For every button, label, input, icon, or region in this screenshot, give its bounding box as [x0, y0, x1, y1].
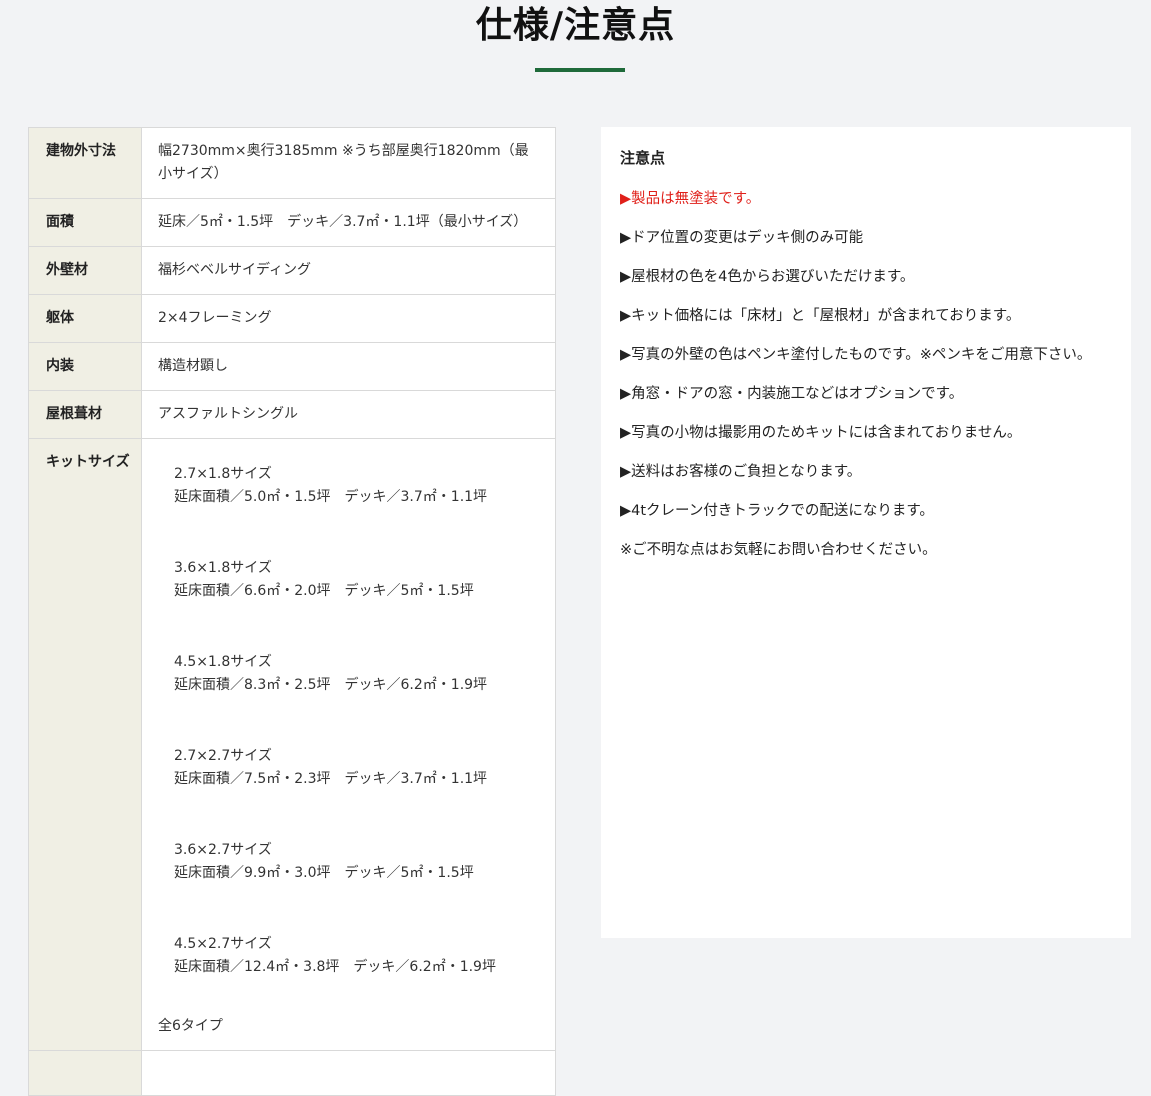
- note-item-unpainted: ▶製品は無塗装です。: [620, 191, 761, 207]
- title-underline: [535, 68, 625, 72]
- spec-label: 面積: [46, 214, 74, 230]
- spec-label: 屋根葺材: [46, 406, 102, 422]
- spec-label: 外壁材: [46, 262, 88, 278]
- kit-size-item: 4.5×1.8サイズ 延床面積／8.3㎡・2.5坪 デッキ／6.2㎡・1.9坪: [158, 639, 539, 709]
- kit-size-detail: 延床面積／12.4㎡・3.8坪 デッキ／6.2㎡・1.9坪: [174, 959, 496, 975]
- spec-table: 建物外寸法 幅2730mm×奥行3185mm ※うち部屋奥行1820mm（最小サ…: [28, 127, 556, 1096]
- spec-row-exterior: 外壁材 福杉ベベルサイディング: [28, 246, 556, 295]
- note-item-delivery: ▶4tクレーン付きトラックでの配送になります。: [620, 503, 934, 519]
- spec-label: キットサイズ: [46, 454, 130, 470]
- spec-row-roofing: 屋根葺材 アスファルトシングル: [28, 390, 556, 439]
- kit-size-name: 3.6×1.8サイズ: [174, 560, 272, 576]
- note-item-props: ▶写真の小物は撮影用のためキットには含まれておりません。: [620, 425, 1022, 441]
- kit-size-list: 2.7×1.8サイズ 延床面積／5.0㎡・1.5坪 デッキ／3.7㎡・1.1坪 …: [142, 439, 555, 1050]
- kit-total: 全6タイプ: [158, 1018, 223, 1034]
- note-item-door-position: ▶ドア位置の変更はデッキ側のみ可能: [620, 230, 864, 246]
- note-item-contact: ※ご不明な点はお気軽にお問い合わせください。: [620, 542, 937, 558]
- spec-label: 建物外寸法: [46, 143, 116, 159]
- spec-label: 躯体: [46, 310, 74, 326]
- note-item-kit-price: ▶キット価格には「床材」と「屋根材」が含まれております。: [620, 308, 1021, 324]
- note-item-roof-color: ▶屋根材の色を4色からお選びいただけます。: [620, 269, 915, 285]
- kit-size-detail: 延床面積／9.9㎡・3.0坪 デッキ／5㎡・1.5坪: [174, 865, 474, 881]
- kit-size-name: 4.5×1.8サイズ: [174, 654, 272, 670]
- spec-row-area: 面積 延床／5㎡・1.5坪 デッキ／3.7㎡・1.1坪（最小サイズ）: [28, 198, 556, 247]
- kit-size-name: 2.7×1.8サイズ: [174, 466, 272, 482]
- kit-size-item: 4.5×2.7サイズ 延床面積／12.4㎡・3.8坪 デッキ／6.2㎡・1.9坪: [158, 921, 539, 991]
- spec-value: アスファルトシングル: [158, 406, 298, 422]
- kit-size-detail: 延床面積／7.5㎡・2.3坪 デッキ／3.7㎡・1.1坪: [174, 771, 488, 787]
- kit-size-item: 3.6×2.7サイズ 延床面積／9.9㎡・3.0坪 デッキ／5㎡・1.5坪: [158, 827, 539, 897]
- spec-row-kit-sizes: キットサイズ 2.7×1.8サイズ 延床面積／5.0㎡・1.5坪 デッキ／3.7…: [28, 438, 556, 1051]
- kit-size-detail: 延床面積／8.3㎡・2.5坪 デッキ／6.2㎡・1.9坪: [174, 677, 488, 693]
- kit-size-name: 3.6×2.7サイズ: [174, 842, 272, 858]
- kit-size-detail: 延床面積／6.6㎡・2.0坪 デッキ／5㎡・1.5坪: [174, 583, 474, 599]
- spec-row-next: [28, 1050, 556, 1096]
- note-item-shipping-fee: ▶送料はお客様のご負担となります。: [620, 464, 862, 480]
- kit-size-item: 2.7×1.8サイズ 延床面積／5.0㎡・1.5坪 デッキ／3.7㎡・1.1坪: [158, 451, 539, 521]
- notes-title: 注意点: [620, 149, 666, 167]
- note-item-options: ▶角窓・ドアの窓・内装施工などはオプションです。: [620, 386, 964, 402]
- note-item-paint: ▶写真の外壁の色はペンキ塗付したものです。※ペンキをご用意下さい。: [620, 347, 1092, 363]
- page-title: 仕様/注意点: [475, 5, 676, 46]
- spec-value: 構造材顕し: [158, 358, 228, 374]
- notes-list: ▶製品は無塗装です。 ▶ドア位置の変更はデッキ側のみ可能 ▶屋根材の色を4色から…: [620, 188, 1112, 562]
- kit-size-detail: 延床面積／5.0㎡・1.5坪 デッキ／3.7㎡・1.1坪: [174, 489, 488, 505]
- kit-size-item: 3.6×1.8サイズ 延床面積／6.6㎡・2.0坪 デッキ／5㎡・1.5坪: [158, 545, 539, 615]
- spec-value: 幅2730mm×奥行3185mm ※うち部屋奥行1820mm（最小サイズ）: [158, 143, 529, 182]
- spec-row-interior: 内装 構造材顕し: [28, 342, 556, 391]
- kit-size-name: 2.7×2.7サイズ: [174, 748, 272, 764]
- spec-value: 延床／5㎡・1.5坪 デッキ／3.7㎡・1.1坪（最小サイズ）: [158, 214, 528, 230]
- notes-panel: 注意点 ▶製品は無塗装です。 ▶ドア位置の変更はデッキ側のみ可能 ▶屋根材の色を…: [601, 127, 1131, 938]
- spec-value: 福杉ベベルサイディング: [158, 262, 312, 278]
- spec-value: 2×4フレーミング: [158, 310, 272, 326]
- kit-size-item: 2.7×2.7サイズ 延床面積／7.5㎡・2.3坪 デッキ／3.7㎡・1.1坪: [158, 733, 539, 803]
- kit-size-name: 4.5×2.7サイズ: [174, 936, 272, 952]
- spec-row-dimensions: 建物外寸法 幅2730mm×奥行3185mm ※うち部屋奥行1820mm（最小サ…: [28, 127, 556, 199]
- spec-row-frame: 躯体 2×4フレーミング: [28, 294, 556, 343]
- spec-label: 内装: [46, 358, 74, 374]
